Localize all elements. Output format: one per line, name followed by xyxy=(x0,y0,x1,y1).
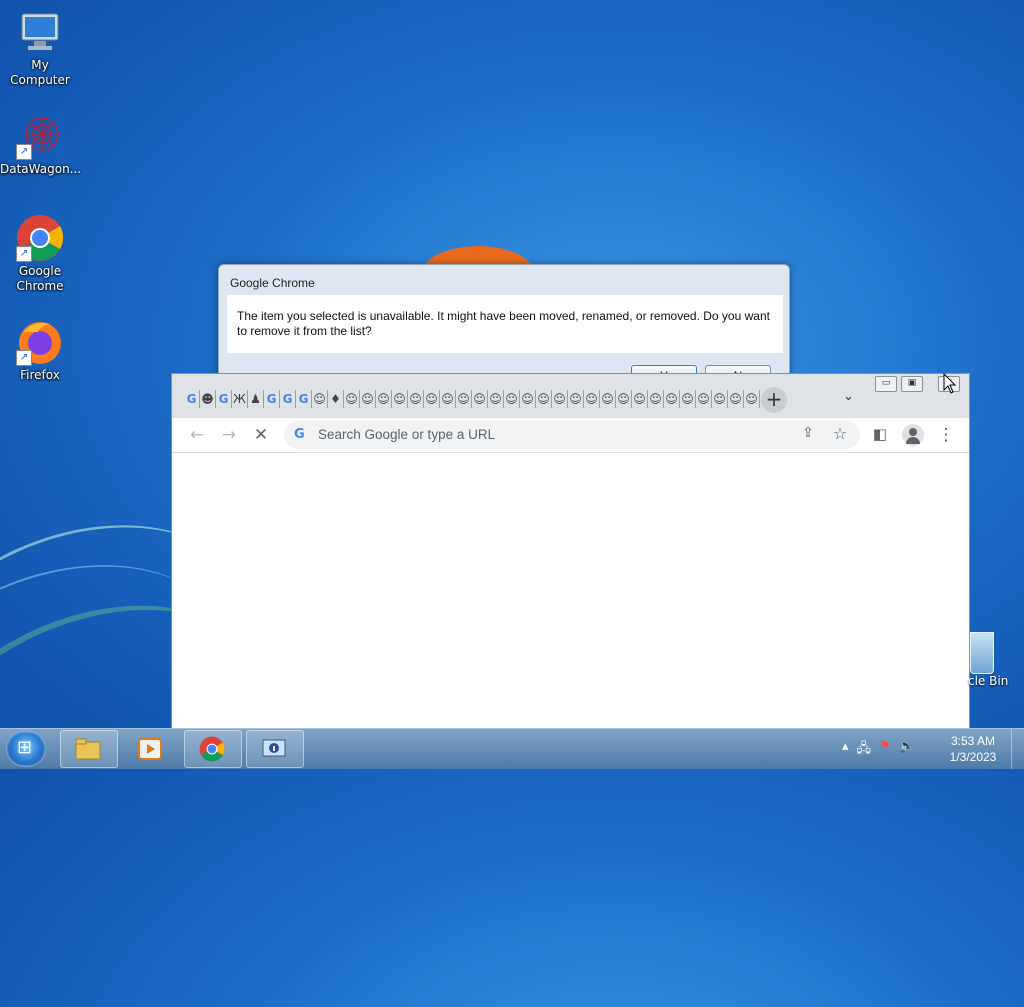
tab-favicon[interactable]: ☺ xyxy=(312,390,328,408)
mouse-cursor-icon xyxy=(943,373,957,394)
firefox-logo-icon: ↗ xyxy=(16,318,64,366)
clock[interactable]: 3:53 AM 1/3/2023 xyxy=(942,733,1004,765)
browser-toolbar: ← → ✕ G ⇪ ☆ ◧ ⋮ xyxy=(172,418,969,453)
minimize-button[interactable]: ▭ xyxy=(875,376,897,392)
back-icon[interactable]: ← xyxy=(187,425,207,445)
tab-favicon[interactable]: ☻ xyxy=(200,390,216,408)
page-content xyxy=(172,453,969,732)
tab-favicon[interactable]: ☺ xyxy=(472,390,488,408)
computer-icon xyxy=(16,8,64,56)
tab-favicon[interactable]: ☺ xyxy=(616,390,632,408)
shortcut-arrow-icon: ↗ xyxy=(16,350,32,366)
tab-favicon[interactable]: ☺ xyxy=(664,390,680,408)
info-app-icon xyxy=(262,739,286,760)
tab-favicon[interactable]: ☺ xyxy=(536,390,552,408)
tab-favicon[interactable]: Ж xyxy=(232,390,248,408)
tab-favicon[interactable]: ☺ xyxy=(408,390,424,408)
dialog-title: Google Chrome xyxy=(230,276,315,290)
desktop-icon-label: Firefox xyxy=(20,368,60,382)
taskbar-explorer-button[interactable] xyxy=(60,730,118,768)
taskbar-media-player-button[interactable] xyxy=(122,730,180,768)
star-icon[interactable]: ☆ xyxy=(830,424,850,443)
tab-favicon[interactable]: ☺ xyxy=(632,390,648,408)
maximize-button[interactable]: ▣ xyxy=(901,376,923,392)
desktop-icon-datawagon[interactable]: ↗ DataWagon... xyxy=(0,112,82,177)
forward-icon[interactable]: → xyxy=(219,425,239,445)
tab-favicon[interactable]: ☺ xyxy=(344,390,360,408)
tab-favicon[interactable]: ☺ xyxy=(552,390,568,408)
system-tray: ▴ 🖧 ⚑ 🔈 xyxy=(842,739,915,761)
start-button[interactable] xyxy=(6,731,46,767)
datawagon-icon: ↗ xyxy=(16,112,64,160)
desktop-icon-recycle-bin[interactable]: cle Bin xyxy=(968,632,1008,688)
taskbar: ▴ 🖧 ⚑ 🔈 3:53 AM 1/3/2023 xyxy=(0,728,1024,769)
tab-favicon[interactable]: ☺ xyxy=(696,390,712,408)
chrome-logo-icon xyxy=(199,736,225,762)
tab-favicon[interactable]: G xyxy=(216,390,232,408)
desktop-icon-google-chrome[interactable]: ↗ Google Chrome xyxy=(0,214,80,294)
show-desktop-button[interactable] xyxy=(1011,729,1024,769)
google-g-icon: G xyxy=(294,427,305,442)
tab-favicon[interactable]: ☺ xyxy=(744,390,760,408)
tab-favicon[interactable]: ☺ xyxy=(728,390,744,408)
address-input[interactable] xyxy=(318,427,718,442)
action-center-icon[interactable]: ⚑ xyxy=(879,739,891,761)
tab-favicon[interactable]: ☺ xyxy=(680,390,696,408)
desktop-icon-label: Google Chrome xyxy=(16,264,64,293)
tab-favicon[interactable]: G xyxy=(264,390,280,408)
tab-favicon[interactable]: ☺ xyxy=(600,390,616,408)
taskbar-info-app-button[interactable] xyxy=(246,730,304,768)
shortcut-arrow-icon: ↗ xyxy=(16,246,32,262)
omnibox[interactable]: G ⇪ ☆ xyxy=(284,421,860,449)
tab-favicon[interactable]: G xyxy=(280,390,296,408)
taskbar-chrome-button[interactable] xyxy=(184,730,242,768)
tab-favicon[interactable]: ☺ xyxy=(504,390,520,408)
tab-favicon[interactable]: ♦ xyxy=(328,390,344,408)
chrome-logo-icon: ↗ xyxy=(16,214,64,262)
profile-avatar[interactable] xyxy=(902,424,924,446)
stop-icon[interactable]: ✕ xyxy=(251,425,271,445)
tab-strip: G☻GЖ♟GGG☺♦☺☺☺☺☺☺☺☺☺☺☺☺☺☺☺☺☺☺☺☺☺☺☺☺☺☺☺ + … xyxy=(172,374,969,418)
clock-time: 3:53 AM xyxy=(950,734,996,748)
chevron-down-icon[interactable]: ⌄ xyxy=(843,389,854,404)
tab-favicon[interactable]: ☺ xyxy=(424,390,440,408)
tab-favicon[interactable]: ☺ xyxy=(360,390,376,408)
tab-favicon[interactable]: ☺ xyxy=(376,390,392,408)
desktop-icon-label: DataWagon... xyxy=(0,162,82,176)
side-panel-icon[interactable]: ◧ xyxy=(870,425,890,443)
tab-favicon[interactable]: ☺ xyxy=(392,390,408,408)
tab-favicon[interactable]: ♟ xyxy=(248,390,264,408)
tab-favicon[interactable]: ☺ xyxy=(568,390,584,408)
tab-favicon[interactable]: ☺ xyxy=(584,390,600,408)
menu-icon[interactable]: ⋮ xyxy=(936,425,956,445)
volume-icon[interactable]: 🔈 xyxy=(899,739,915,761)
desktop-icon-label: cle Bin xyxy=(968,674,1009,688)
folder-icon xyxy=(75,738,101,760)
recycle-bin-icon xyxy=(970,632,994,674)
shortcut-arrow-icon: ↗ xyxy=(16,144,32,160)
tab-favicon[interactable]: ☺ xyxy=(648,390,664,408)
desktop-icon-my-computer[interactable]: My Computer xyxy=(0,8,80,88)
desktop-icon-firefox[interactable]: ↗ Firefox xyxy=(0,318,80,383)
tab-favicon[interactable]: ☺ xyxy=(712,390,728,408)
media-player-icon xyxy=(138,738,162,760)
network-icon[interactable]: 🖧 xyxy=(857,739,872,761)
tab-list: G☻GЖ♟GGG☺♦☺☺☺☺☺☺☺☺☺☺☺☺☺☺☺☺☺☺☺☺☺☺☺☺☺☺☺ xyxy=(184,390,776,408)
tab-favicon[interactable]: ☺ xyxy=(440,390,456,408)
tab-favicon[interactable]: ☺ xyxy=(456,390,472,408)
show-hidden-icons-icon[interactable]: ▴ xyxy=(842,739,849,761)
chrome-window: G☻GЖ♟GGG☺♦☺☺☺☺☺☺☺☺☺☺☺☺☺☺☺☺☺☺☺☺☺☺☺☺☺☺☺ + … xyxy=(171,373,970,733)
tab-favicon[interactable]: ☺ xyxy=(520,390,536,408)
new-tab-button[interactable]: + xyxy=(761,387,787,413)
tab-favicon[interactable]: G xyxy=(296,390,312,408)
tab-favicon[interactable]: ☺ xyxy=(488,390,504,408)
dialog-message: The item you selected is unavailable. It… xyxy=(227,295,783,353)
clock-date: 1/3/2023 xyxy=(949,750,997,764)
desktop-icon-label: My Computer xyxy=(10,58,70,87)
tab-favicon[interactable]: G xyxy=(184,390,200,408)
share-icon[interactable]: ⇪ xyxy=(798,425,818,441)
